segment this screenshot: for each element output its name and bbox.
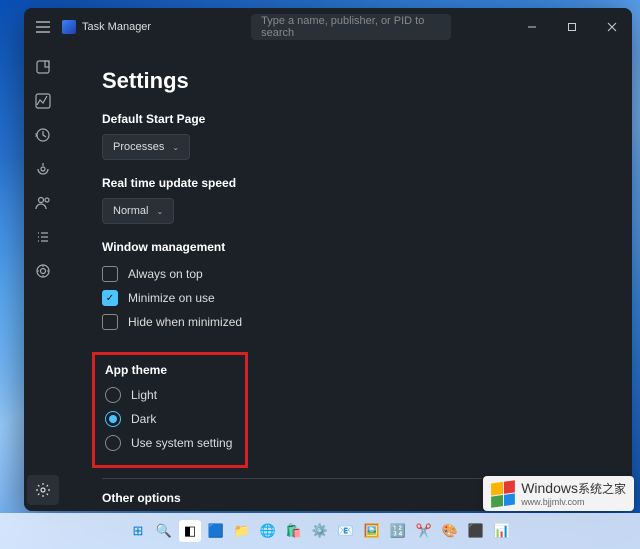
divider — [102, 478, 482, 479]
app-title: Task Manager — [82, 21, 151, 33]
update-speed-value: Normal — [113, 205, 148, 217]
always-on-top-label: Always on top — [128, 267, 203, 281]
always-on-top-row[interactable]: Always on top — [102, 262, 614, 286]
close-button[interactable] — [592, 8, 632, 46]
watermark-sub: 系统之家 — [578, 482, 626, 496]
page-title: Settings — [102, 68, 614, 94]
watermark-logo-icon — [491, 480, 515, 508]
app-theme-highlight: App theme Light Dark Use system setting — [92, 352, 248, 468]
theme-dark-row[interactable]: Dark — [105, 407, 235, 431]
settings-content: Settings Default Start Page Processes ⌄ … — [62, 46, 632, 511]
calculator-icon[interactable]: 🔢 — [387, 520, 409, 542]
app-theme-label: App theme — [105, 363, 235, 377]
settings-icon[interactable] — [27, 475, 59, 505]
checkbox-unchecked-icon — [102, 314, 118, 330]
titlebar: Task Manager Type a name, publisher, or … — [24, 8, 632, 46]
search-icon[interactable]: 🔍 — [153, 520, 175, 542]
store-icon[interactable]: 🛍️ — [283, 520, 305, 542]
paint-icon[interactable]: 🎨 — [439, 520, 461, 542]
hamburger-menu-button[interactable] — [24, 8, 62, 46]
sidebar — [24, 46, 62, 511]
settings-taskbar-icon[interactable]: ⚙️ — [309, 520, 331, 542]
watermark: Windows系统之家 www.bjjmlv.com — [483, 476, 634, 511]
minimize-on-use-row[interactable]: ✓ Minimize on use — [102, 286, 614, 310]
watermark-url: www.bjjmlv.com — [521, 497, 626, 507]
theme-light-label: Light — [131, 388, 157, 402]
app-icon — [62, 20, 76, 34]
task-view-icon[interactable]: ◧ — [179, 520, 201, 542]
performance-icon[interactable] — [27, 86, 59, 116]
default-start-dropdown[interactable]: Processes ⌄ — [102, 134, 190, 160]
details-icon[interactable] — [27, 222, 59, 252]
services-icon[interactable] — [27, 256, 59, 286]
checkbox-unchecked-icon — [102, 266, 118, 282]
startup-icon[interactable] — [27, 154, 59, 184]
minimize-on-use-label: Minimize on use — [128, 291, 215, 305]
window-controls — [512, 8, 632, 46]
explorer-icon[interactable]: 📁 — [231, 520, 253, 542]
widgets-icon[interactable]: 🟦 — [205, 520, 227, 542]
edge-icon[interactable]: 🌐 — [257, 520, 279, 542]
update-speed-dropdown[interactable]: Normal ⌄ — [102, 198, 174, 224]
theme-system-label: Use system setting — [131, 436, 232, 450]
start-icon[interactable]: ⊞ — [127, 520, 149, 542]
update-speed-label: Real time update speed — [102, 176, 614, 190]
users-icon[interactable] — [27, 188, 59, 218]
watermark-text: Windows — [521, 480, 578, 496]
chevron-down-icon: ⌄ — [156, 207, 163, 216]
processes-icon[interactable] — [27, 52, 59, 82]
mail-icon[interactable]: 📧 — [335, 520, 357, 542]
hide-when-minimized-label: Hide when minimized — [128, 315, 242, 329]
taskbar[interactable]: ⊞ 🔍 ◧ 🟦 📁 🌐 🛍️ ⚙️ 📧 🖼️ 🔢 ✂️ 🎨 ⬛ 📊 — [0, 513, 640, 549]
minimize-button[interactable] — [512, 8, 552, 46]
maximize-button[interactable] — [552, 8, 592, 46]
radio-checked-icon — [105, 411, 121, 427]
theme-light-row[interactable]: Light — [105, 383, 235, 407]
search-placeholder: Type a name, publisher, or PID to search — [261, 15, 441, 39]
task-manager-window: Task Manager Type a name, publisher, or … — [24, 8, 632, 511]
theme-dark-label: Dark — [131, 412, 156, 426]
radio-unchecked-icon — [105, 435, 121, 451]
checkbox-checked-icon: ✓ — [102, 290, 118, 306]
chevron-down-icon: ⌄ — [172, 143, 179, 152]
window-mgmt-label: Window management — [102, 240, 614, 254]
app-history-icon[interactable] — [27, 120, 59, 150]
theme-system-row[interactable]: Use system setting — [105, 431, 235, 455]
hide-when-minimized-row[interactable]: Hide when minimized — [102, 310, 614, 334]
photos-icon[interactable]: 🖼️ — [361, 520, 383, 542]
snip-icon[interactable]: ✂️ — [413, 520, 435, 542]
terminal-icon[interactable]: ⬛ — [465, 520, 487, 542]
radio-unchecked-icon — [105, 387, 121, 403]
search-input[interactable]: Type a name, publisher, or PID to search — [251, 14, 451, 40]
default-start-value: Processes — [113, 141, 164, 153]
default-start-label: Default Start Page — [102, 112, 614, 126]
taskmgr-icon[interactable]: 📊 — [491, 520, 513, 542]
